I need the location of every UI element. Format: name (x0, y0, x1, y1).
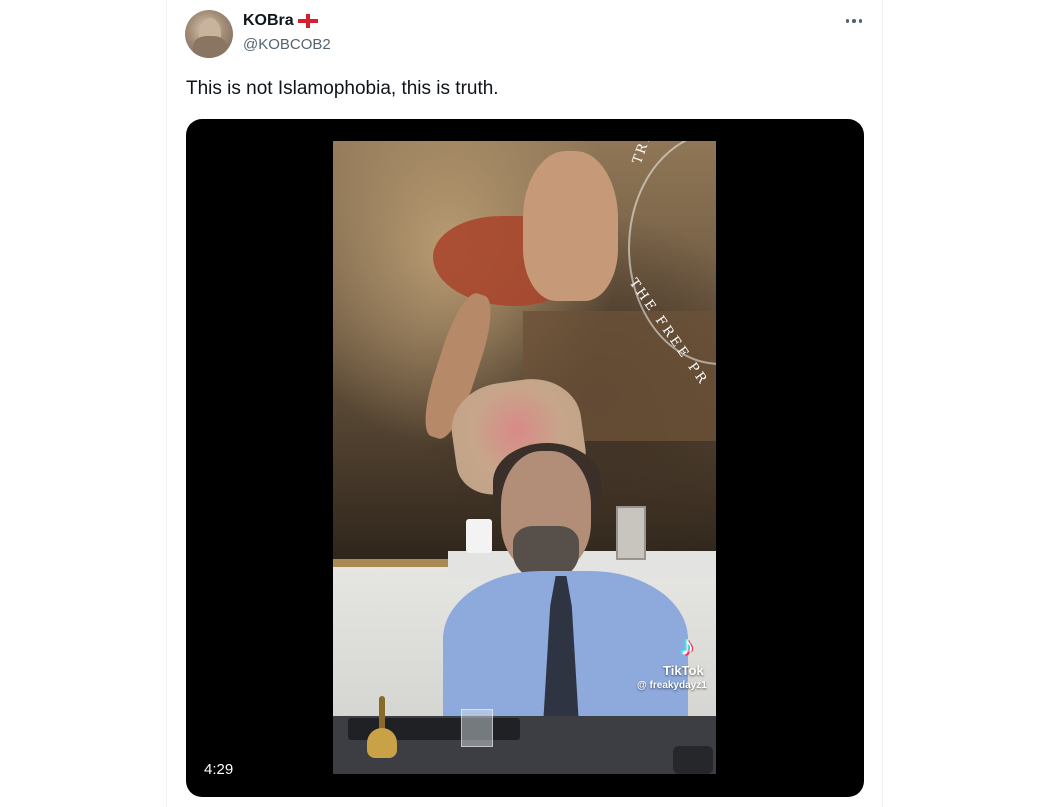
water-glass (461, 709, 493, 747)
bell-handle (379, 696, 385, 731)
tiktok-username: @ freakydayz1 (637, 680, 707, 691)
tiktok-logo-icon: ♪ (674, 631, 704, 661)
desk-device (616, 506, 646, 560)
author-name-row: KOBra (243, 12, 318, 30)
bell-icon (365, 696, 399, 761)
avatar[interactable] (185, 10, 233, 58)
phone (673, 746, 713, 774)
england-flag-icon (297, 14, 318, 28)
bell-cup (367, 728, 397, 758)
video-frame: TRYKKEFRIHEDS THE FREE PR ♪ TikTok @ fre… (333, 141, 716, 774)
more-dot (858, 19, 863, 23)
mug (466, 519, 492, 553)
tiktok-note-icon: ♪ (680, 630, 694, 661)
more-dot (852, 19, 856, 23)
video-duration: 4:29 (198, 759, 240, 780)
tweet-text: This is not Islamophobia, this is truth. (186, 78, 499, 99)
painting-figure (523, 151, 618, 301)
video-player[interactable]: TRYKKEFRIHEDS THE FREE PR ♪ TikTok @ fre… (186, 119, 864, 797)
more-dot (845, 19, 850, 23)
avatar-figure-body (193, 36, 227, 58)
author-handle[interactable]: @KOBCOB2 (243, 36, 331, 53)
more-options-icon[interactable] (843, 10, 865, 32)
author-display-name[interactable]: KOBra (243, 12, 294, 30)
tiktok-label: TikTok (663, 663, 704, 678)
